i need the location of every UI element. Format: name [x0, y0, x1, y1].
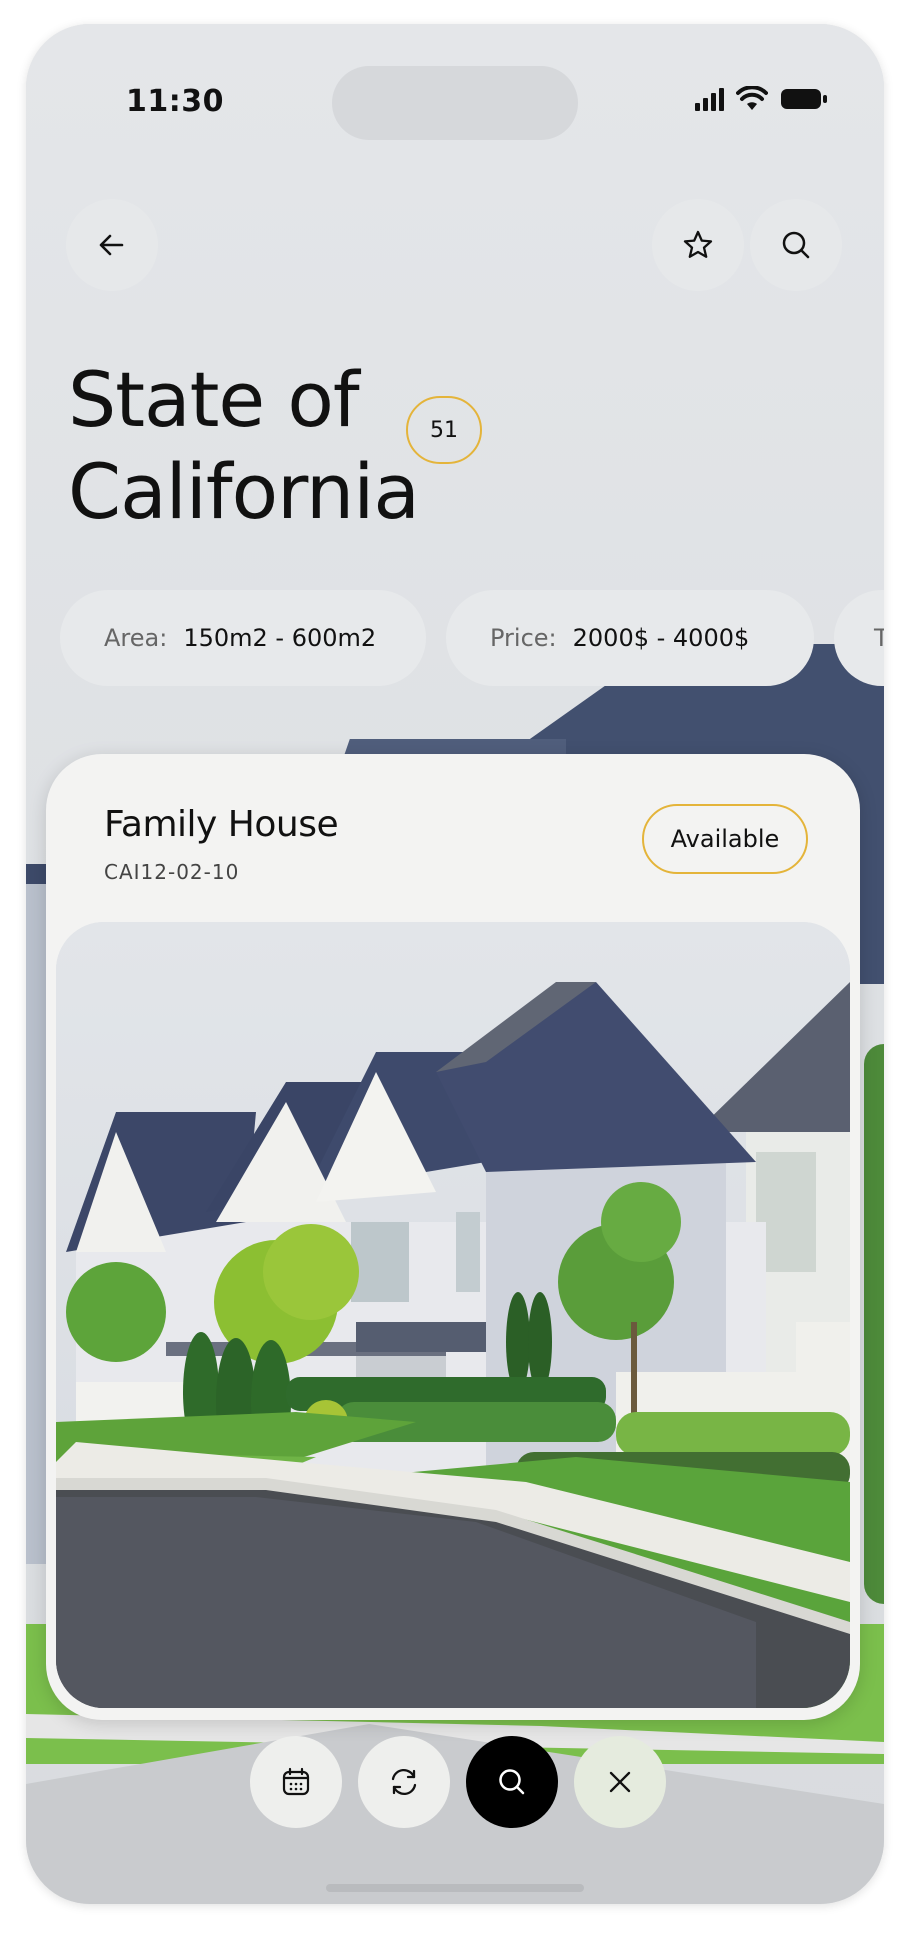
- star-icon: [683, 230, 713, 258]
- wifi-icon: [736, 86, 768, 110]
- refresh-icon: [391, 1768, 417, 1796]
- search-button[interactable]: [750, 199, 842, 291]
- close-icon: [609, 1771, 631, 1793]
- arrow-left-icon: [99, 234, 124, 256]
- page-title: State of California: [68, 354, 420, 538]
- listing-photo[interactable]: [56, 922, 850, 1708]
- close-button[interactable]: [574, 1736, 666, 1828]
- battery-icon: [781, 89, 827, 109]
- listing-code: CAI12-02-10: [104, 860, 240, 884]
- refresh-button[interactable]: [358, 1736, 450, 1828]
- suburban-houses-photo: [56, 922, 850, 1708]
- background-tree: [864, 1044, 884, 1604]
- status-time: 11:30: [126, 84, 224, 119]
- filter-price-label: Price:: [490, 624, 557, 652]
- search-icon: [782, 231, 810, 259]
- page-title-line2: California: [68, 447, 420, 536]
- filter-area-value: 150m2 - 600m2: [183, 624, 377, 652]
- count-badge: 51: [406, 396, 482, 464]
- calendar-button[interactable]: [250, 1736, 342, 1828]
- home-indicator: [326, 1884, 584, 1892]
- listing-card[interactable]: Family House CAI12-02-10 Available: [46, 754, 860, 1720]
- phone-screen: 11:30 State of California 51 Area: 150m2…: [26, 24, 884, 1904]
- dynamic-island: [332, 66, 578, 140]
- page-title-line1: State of: [68, 355, 360, 444]
- filter-chip-area[interactable]: Area: 150m2 - 600m2: [60, 590, 426, 686]
- search-action-button[interactable]: [466, 1736, 558, 1828]
- availability-badge: Available: [642, 804, 808, 874]
- search-icon: [499, 1769, 525, 1795]
- filter-price-value: 2000$ - 4000$: [572, 624, 750, 652]
- signal-icon: [695, 87, 724, 111]
- calendar-icon: [282, 1767, 310, 1796]
- listing-title: Family House: [104, 804, 339, 845]
- back-button[interactable]: [66, 199, 158, 291]
- filter-chip-price[interactable]: Price: 2000$ - 4000$: [446, 590, 814, 686]
- status-icons: [695, 86, 828, 112]
- filter-area-label: Area:: [104, 624, 168, 652]
- favorite-button[interactable]: [652, 199, 744, 291]
- filter-type-label: T: [874, 624, 884, 652]
- bottom-action-bar: [250, 1736, 666, 1828]
